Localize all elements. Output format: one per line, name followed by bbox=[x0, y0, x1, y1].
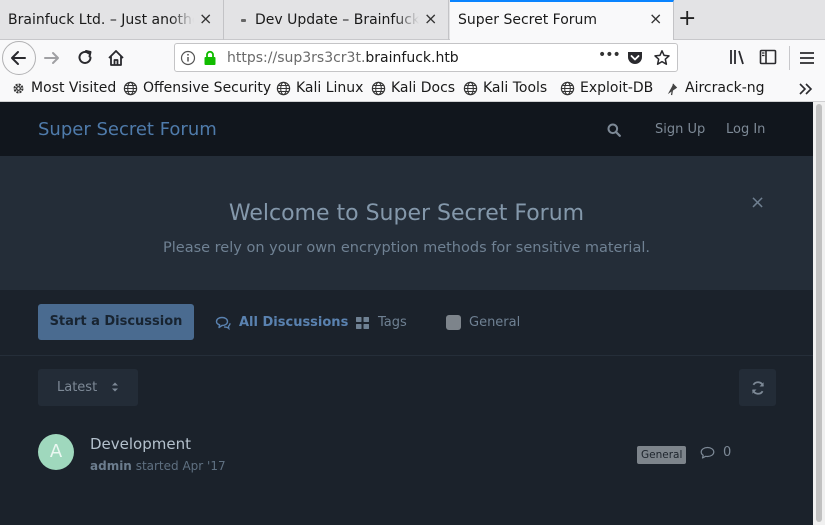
tab-title: Super Secret Forum bbox=[458, 12, 598, 28]
welcome-subtitle: Please rely on your own encryption metho… bbox=[163, 240, 650, 256]
sort-arrows-icon bbox=[112, 382, 118, 392]
tab-brainfuck-home[interactable]: Brainfuck Ltd. – Just another × bbox=[0, 0, 224, 40]
tab-title-fade bbox=[170, 6, 194, 34]
close-icon[interactable]: × bbox=[750, 194, 765, 212]
reload-button[interactable] bbox=[70, 43, 100, 73]
back-arrow-icon bbox=[11, 51, 26, 65]
forward-button[interactable] bbox=[37, 43, 67, 73]
tag-badge[interactable]: General bbox=[637, 446, 687, 464]
nav-all-discussions-label: All Discussions bbox=[239, 315, 349, 330]
close-icon[interactable]: × bbox=[424, 11, 437, 27]
bookmark-offensive-security[interactable]: Offensive Security bbox=[123, 80, 271, 96]
start-discussion-button[interactable]: Start a Discussion bbox=[38, 304, 194, 340]
back-button[interactable] bbox=[2, 41, 36, 75]
hamburger-menu-icon[interactable] bbox=[798, 49, 816, 67]
bookmark-label: Kali Linux bbox=[296, 80, 364, 96]
globe-icon bbox=[276, 81, 291, 95]
home-icon bbox=[108, 50, 124, 66]
url-host: brainfuck.htb bbox=[365, 50, 459, 66]
url-subdomain: sup3rs3cr3t. bbox=[277, 50, 366, 66]
comment-icon bbox=[700, 446, 715, 459]
gear-icon bbox=[13, 83, 24, 93]
antenna-icon bbox=[667, 83, 678, 95]
bookmarks-toolbar: Most Visited Offensive Security Kali Lin… bbox=[0, 76, 825, 102]
page-scrollbar[interactable] bbox=[813, 102, 825, 525]
page-actions-menu[interactable]: ••• bbox=[598, 47, 621, 63]
refresh-icon bbox=[751, 380, 764, 395]
tab-dev-update[interactable]: Dev Update – Brainfuck L × bbox=[225, 0, 449, 40]
tab-title-fade bbox=[395, 6, 419, 34]
discussion-author[interactable]: admin bbox=[90, 459, 132, 473]
discussion-meta: admin started Apr '17 bbox=[90, 459, 226, 473]
url-text: https://sup3rs3cr3t.brainfuck.htb bbox=[227, 50, 459, 66]
chevron-overflow-icon[interactable] bbox=[798, 81, 814, 97]
address-bar[interactable]: https://sup3rs3cr3t.brainfuck.htb ••• bbox=[174, 43, 678, 72]
sidebar-icon[interactable] bbox=[758, 47, 778, 67]
close-icon[interactable]: × bbox=[199, 11, 212, 27]
reload-icon bbox=[78, 50, 92, 64]
forum-title[interactable]: Super Secret Forum bbox=[38, 119, 217, 140]
bookmark-label: Kali Tools bbox=[483, 80, 548, 96]
discussion-list-item[interactable]: A Development admin started Apr '17 Gene… bbox=[0, 424, 813, 484]
welcome-hero: Welcome to Super Secret Forum Please rel… bbox=[0, 156, 813, 290]
globe-icon bbox=[371, 81, 386, 95]
tags-grid-icon bbox=[356, 316, 369, 329]
tag-color-swatch bbox=[446, 315, 461, 330]
bookmark-label: Kali Docs bbox=[391, 80, 456, 96]
sort-selected-label: Latest bbox=[57, 380, 98, 395]
globe-icon bbox=[463, 81, 478, 95]
url-protocol: https:// bbox=[227, 50, 278, 66]
tab-title: Brainfuck Ltd. – Just another bbox=[8, 12, 194, 28]
star-bookmark-icon[interactable] bbox=[653, 49, 671, 67]
search-icon[interactable] bbox=[607, 123, 621, 137]
nav-all-discussions[interactable]: All Discussions bbox=[215, 315, 348, 330]
bookmark-aircrack-ng[interactable]: Aircrack-ng bbox=[665, 80, 765, 96]
bookmark-kali-tools[interactable]: Kali Tools bbox=[463, 80, 547, 96]
discussion-started: started Apr '17 bbox=[135, 459, 226, 473]
page-dot-icon bbox=[241, 19, 246, 22]
globe-icon bbox=[123, 81, 138, 95]
nav-tags-label: Tags bbox=[378, 315, 407, 330]
info-icon bbox=[180, 50, 196, 66]
scrollbar-thumb[interactable] bbox=[816, 104, 822, 522]
comments-icon bbox=[215, 316, 231, 330]
bookmark-label: Exploit-DB bbox=[580, 80, 654, 96]
library-icon[interactable] bbox=[728, 47, 748, 67]
bookmark-label: Most Visited bbox=[31, 80, 117, 96]
nav-tag-general-label: General bbox=[469, 315, 521, 330]
tab-bar: Brainfuck Ltd. – Just another × Dev Upda… bbox=[0, 0, 825, 41]
bookmark-label: Aircrack-ng bbox=[685, 80, 765, 96]
forum-page: Super Secret Forum Sign Up Log In Welcom… bbox=[0, 102, 813, 525]
pocket-icon[interactable] bbox=[626, 49, 644, 67]
lock-icon bbox=[204, 50, 216, 65]
new-tab-button[interactable]: + bbox=[678, 6, 696, 32]
bookmark-most-visited[interactable]: Most Visited bbox=[11, 80, 116, 96]
forward-arrow-icon bbox=[44, 52, 59, 64]
discussion-title[interactable]: Development bbox=[90, 435, 191, 453]
globe-icon bbox=[560, 81, 575, 95]
forum-toolbar: Start a Discussion All Discussions Tags … bbox=[0, 290, 813, 356]
nav-tag-general[interactable]: General bbox=[446, 315, 520, 330]
forum-header: Super Secret Forum Sign Up Log In bbox=[0, 102, 813, 156]
sort-dropdown[interactable]: Latest bbox=[38, 369, 138, 406]
bookmark-exploit-db[interactable]: Exploit-DB bbox=[560, 80, 653, 96]
bookmark-kali-linux[interactable]: Kali Linux bbox=[276, 80, 363, 96]
welcome-title: Welcome to Super Secret Forum bbox=[228, 201, 585, 226]
reply-count: 0 bbox=[700, 445, 731, 460]
bookmark-kali-docs[interactable]: Kali Docs bbox=[371, 80, 455, 96]
refresh-button[interactable] bbox=[739, 369, 776, 406]
reply-count-value: 0 bbox=[723, 445, 732, 460]
toolbar-separator bbox=[789, 46, 790, 70]
log-in-link[interactable]: Log In bbox=[726, 122, 765, 137]
close-icon[interactable]: × bbox=[649, 11, 662, 27]
bookmark-label: Offensive Security bbox=[143, 80, 272, 96]
tab-super-secret-forum[interactable]: Super Secret Forum × bbox=[450, 0, 674, 41]
avatar[interactable]: A bbox=[38, 434, 74, 470]
home-button[interactable] bbox=[101, 43, 131, 73]
sign-up-link[interactable]: Sign Up bbox=[655, 122, 705, 137]
nav-tags[interactable]: Tags bbox=[355, 315, 407, 330]
